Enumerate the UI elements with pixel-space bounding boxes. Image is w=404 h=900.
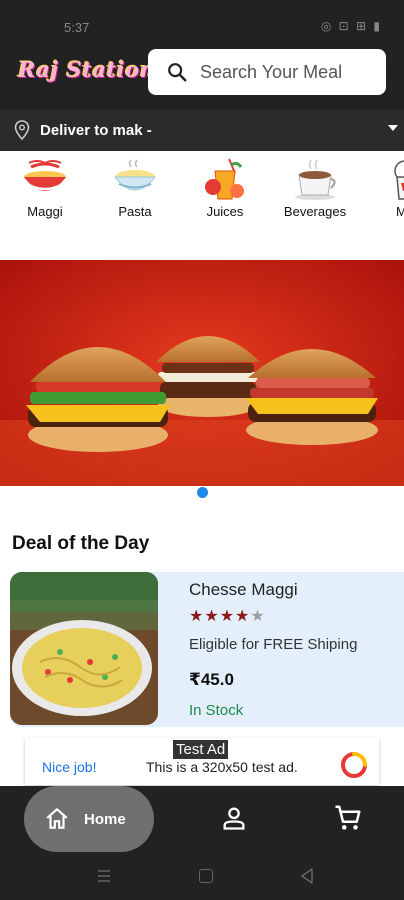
category-label: Beverages [283,204,347,219]
location-pin-icon [14,120,30,140]
system-navigation-bar [0,852,404,900]
ad-logo-icon [341,752,367,778]
search-input[interactable]: Search Your Meal [200,62,342,83]
category-strip: Maggi Pasta Juices Beverages M [0,151,404,231]
shipping-info: Eligible for FREE Shiping [189,636,358,653]
star-icon: ★ [189,608,205,625]
noodle-bowl-icon [24,160,66,191]
app-header: Raj Station Search Your Meal [0,40,404,110]
star-icon: ★ [204,608,220,625]
category-label: Maggi [27,204,63,219]
rating-stars: ★★★★★ [189,606,266,626]
nav-home-button[interactable]: Home [24,786,154,852]
more-food-icon [394,160,404,200]
status-icons: ◎ ⊡ ⊞ ▮ [320,19,382,33]
coffee-cup-icon [295,159,336,200]
delivery-bar[interactable]: Deliver to mak - [0,110,404,151]
category-label: Mo [395,204,404,219]
juice-icon [205,158,244,200]
category-juices[interactable]: Juices [185,157,265,219]
category-label: Juices [206,204,244,219]
star-icon: ★ [235,608,251,625]
stock-status: In Stock [189,702,244,719]
star-icon: ★ [219,608,236,625]
search-icon [168,63,187,82]
deal-section-title: Deal of the Day [12,533,150,554]
status-time: 5:37 [64,20,90,35]
category-label: Pasta [118,204,152,219]
delivery-address: Deliver to mak - [40,122,152,139]
home-icon [46,808,68,829]
category-maggi[interactable]: Maggi [5,157,85,219]
deal-price: ₹45.0 [189,670,234,689]
deal-product-image [10,572,158,725]
deal-product-name: Chesse Maggi [189,580,298,599]
back-icon[interactable] [300,868,314,884]
chevron-down-icon[interactable] [388,125,398,131]
app-logo[interactable]: Raj Station [18,57,155,82]
search-bar[interactable]: Search Your Meal [148,49,386,95]
category-beverages[interactable]: Beverages [275,157,355,219]
category-more[interactable]: Mo [365,157,404,219]
ad-description: This is a 320x50 test ad. [146,759,298,775]
deal-card[interactable]: Chesse Maggi ★★★★★ Eligible for FREE Shi… [10,572,404,727]
test-ad-label: Test Ad [173,740,229,759]
category-pasta[interactable]: Pasta [95,157,175,219]
star-icon: ★ [250,608,266,625]
status-bar: 5:37 ◎ ⊡ ⊞ ▮ [0,0,404,40]
profile-icon[interactable] [220,804,248,832]
ad-nice-text: Nice job! [42,759,97,775]
promo-banner[interactable] [0,260,404,486]
cart-icon[interactable] [333,803,363,833]
pasta-bowl-icon [113,159,157,191]
carousel-indicator[interactable] [197,487,208,498]
nav-home-label: Home [84,810,126,828]
bottom-navigation: Home [0,786,404,852]
burger-banner-image [0,260,404,486]
recent-apps-icon[interactable] [97,869,111,883]
system-home-icon[interactable] [199,869,213,883]
